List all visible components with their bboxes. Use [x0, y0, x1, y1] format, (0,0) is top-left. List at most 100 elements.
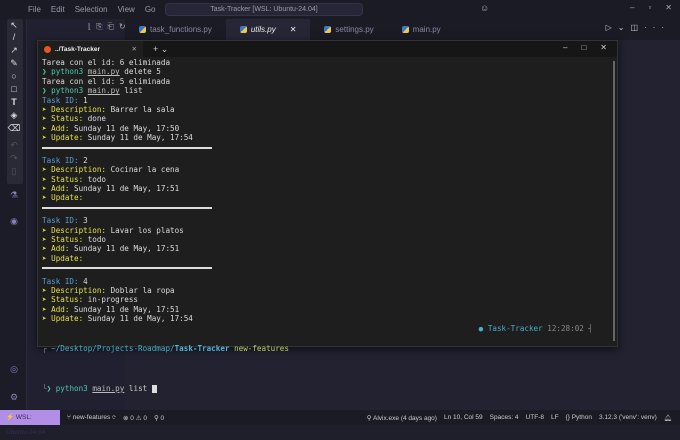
status-bar: ⚡ WSL: Ubuntu-24.04 ⑂ new-features ⟳ ⊗ 0… — [0, 410, 680, 436]
terminal-text: delete 5 — [119, 67, 161, 77]
tab-main.py[interactable]: main.py — [388, 19, 455, 40]
terminal-line: ➤ Add: Sunday 11 de May, 17:51 — [42, 184, 613, 193]
terminal-line: ➤ Status: todo — [42, 175, 613, 184]
terminal-line: Tarea con el id: 6 eliminada — [42, 58, 613, 67]
ubuntu-icon — [44, 45, 51, 53]
close-icon[interactable]: ✕ — [665, 3, 672, 12]
terminal-output[interactable]: Tarea con el id: 6 eliminada ❯ python3 ma… — [38, 57, 617, 325]
terminal-minimize-icon[interactable]: – — [563, 43, 567, 52]
terminal-close-icon[interactable]: ✕ — [600, 43, 607, 52]
trash-icon[interactable]: ▯ — [7, 165, 21, 177]
terminal-line: ➤ Update: Sunday 11 de May, 17:54 — [42, 314, 613, 323]
tab-label: settings.py — [335, 25, 374, 34]
terminal-text: 2 — [83, 155, 88, 165]
terminal-text: ➤ Status: — [42, 295, 88, 305]
tab-label: task_functions.py — [150, 25, 212, 34]
terminal-text: Cocinar la cena — [110, 165, 180, 175]
terminal-text: Task ID: — [42, 216, 84, 226]
eraser-tool-icon[interactable]: ⌫ — [7, 122, 21, 134]
indentation[interactable]: Spaces: 4 — [490, 414, 519, 422]
terminal-text: Tarea con el id: 6 eliminada — [42, 58, 171, 67]
notifications-bell-icon[interactable]: 🔔︎ — [664, 414, 672, 422]
terminal-line: ➤ Update: — [42, 254, 613, 263]
encoding[interactable]: UTF-8 — [526, 414, 544, 422]
tab-settings.py[interactable]: settings.py — [310, 19, 387, 40]
terminal-text: ➤ Add: — [42, 123, 75, 133]
rectangle-tool-icon[interactable]: □ — [7, 83, 21, 95]
terminal-text: ➤ Status: — [42, 235, 88, 245]
minimize-icon[interactable]: – — [630, 3, 634, 12]
close-tab-icon[interactable]: ✕ — [290, 19, 297, 40]
terminal-line: ➤ Description: Barrer la sala — [42, 105, 613, 114]
tab-label: utils.py — [250, 25, 276, 34]
circle-tool-icon[interactable]: ○ — [7, 70, 21, 82]
terminal-line: Tarea con el id: 5 eliminada — [42, 77, 613, 86]
select-tool-icon[interactable]: ↖ — [7, 19, 21, 31]
terminal-line — [42, 146, 613, 156]
python-file-icon — [324, 26, 332, 33]
terminal-prompt[interactable]: ╭ ~/Desktop/Projects-Roadmap/Task-Tracke… — [42, 324, 607, 414]
undo-icon[interactable]: ↶ — [7, 139, 21, 151]
copilot-icon[interactable]: ☺ — [480, 3, 489, 13]
account-icon[interactable]: ◎ — [7, 363, 21, 375]
terminal-text: Sunday 11 de May, 17:54 — [87, 314, 193, 324]
prompt-dir: Task-Tracker — [174, 344, 230, 353]
command-center-search[interactable]: Task-Tracker [WSL: Ubuntu-24.04] — [165, 3, 363, 16]
text-tool-icon[interactable]: T — [7, 96, 21, 108]
prompt-time: 12:28:02 — [547, 324, 584, 333]
terminal-text: Sunday 11 de May, 17:51 — [74, 184, 180, 194]
terminal-text: ➤ Update: — [42, 253, 84, 263]
menu-view[interactable]: View — [118, 5, 135, 14]
redo-icon[interactable]: ↷ — [7, 152, 21, 164]
terminal-maximize-icon[interactable]: □ — [581, 43, 586, 52]
close-tab-icon[interactable]: ✕ — [132, 45, 137, 53]
title-bar: FileEditSelectionViewGo··· Task-Tracker … — [0, 0, 680, 19]
git-blame[interactable]: ⚲ Alvix.exe (4 days ago) — [367, 414, 437, 422]
menu-edit[interactable]: Edit — [51, 5, 65, 14]
menu-go[interactable]: Go — [145, 5, 156, 14]
problems[interactable]: ⊗ 0 ⚠ 0 — [123, 414, 147, 422]
terminal-text: Sunday 11 de May, 17:50 — [74, 123, 180, 133]
terminal-line: ➤ Description: Doblar la ropa — [42, 286, 613, 295]
testing-flask-icon[interactable]: ⚗ — [7, 189, 21, 201]
git-branch[interactable]: ⑂ new-features ⟳ — [67, 414, 116, 421]
terminal-text: ➤ Add: — [42, 304, 75, 314]
terminal-text: ➤ Update: — [42, 193, 84, 203]
arrow-tool-icon[interactable]: ↗ — [7, 44, 21, 56]
cursor-position[interactable]: Ln 10, Col 59 — [444, 414, 483, 422]
terminal-line: ➤ Update: — [42, 193, 613, 202]
terminal-tab[interactable]: ../Task-Tracker ✕ — [38, 41, 143, 57]
terminal-text: list — [119, 86, 143, 96]
new-tab-button[interactable]: + ⌄ — [153, 44, 168, 55]
terminal-text: todo — [87, 174, 107, 184]
terminal-text: Tarea con el id: 5 eliminada — [42, 76, 171, 86]
terminal-line: ➤ Status: in-progress — [42, 295, 613, 304]
editor-actions[interactable]: ▷⌄◫··· — [606, 23, 670, 32]
terminal-line: ➤ Status: todo — [42, 235, 613, 244]
terminal-text: Sunday 11 de May, 17:54 — [87, 133, 193, 143]
terminal-text: Doblar la ropa — [110, 285, 175, 295]
restore-icon[interactable]: ▫ — [648, 3, 651, 12]
tab-task_functions.py[interactable]: task_functions.py — [125, 19, 226, 40]
cmd: python3 — [55, 384, 88, 393]
menu-selection[interactable]: Selection — [75, 5, 108, 14]
remote-indicator[interactable]: ⚡ WSL: Ubuntu-24.04 — [0, 410, 60, 436]
menu-file[interactable]: File — [28, 5, 41, 14]
fill-tool-icon[interactable]: ◈ — [7, 109, 21, 121]
ports[interactable]: ⚲ 0 — [154, 414, 164, 422]
github-icon[interactable]: ◉ — [7, 215, 21, 227]
cursor — [151, 385, 157, 393]
python-interpreter[interactable]: 3.12.3 ('venv': venv) — [599, 414, 657, 422]
tab-utils.py[interactable]: utils.py ✕ — [225, 19, 311, 40]
terminal-line: Task ID: 1 — [42, 96, 613, 105]
language-mode[interactable]: {} Python — [566, 414, 592, 422]
eol[interactable]: LF — [551, 414, 559, 422]
terminal-text: 3 — [83, 216, 88, 226]
line-tool-icon[interactable]: / — [7, 31, 21, 43]
terminal-text: todo — [87, 235, 107, 245]
settings-gear-icon[interactable]: ⚙ — [7, 391, 21, 403]
terminal-scrollbar[interactable] — [613, 61, 615, 341]
terminal-text: Task ID: — [42, 276, 84, 286]
pencil-tool-icon[interactable]: ✎ — [7, 57, 21, 69]
terminal-text: Lavar los platos — [110, 225, 184, 235]
